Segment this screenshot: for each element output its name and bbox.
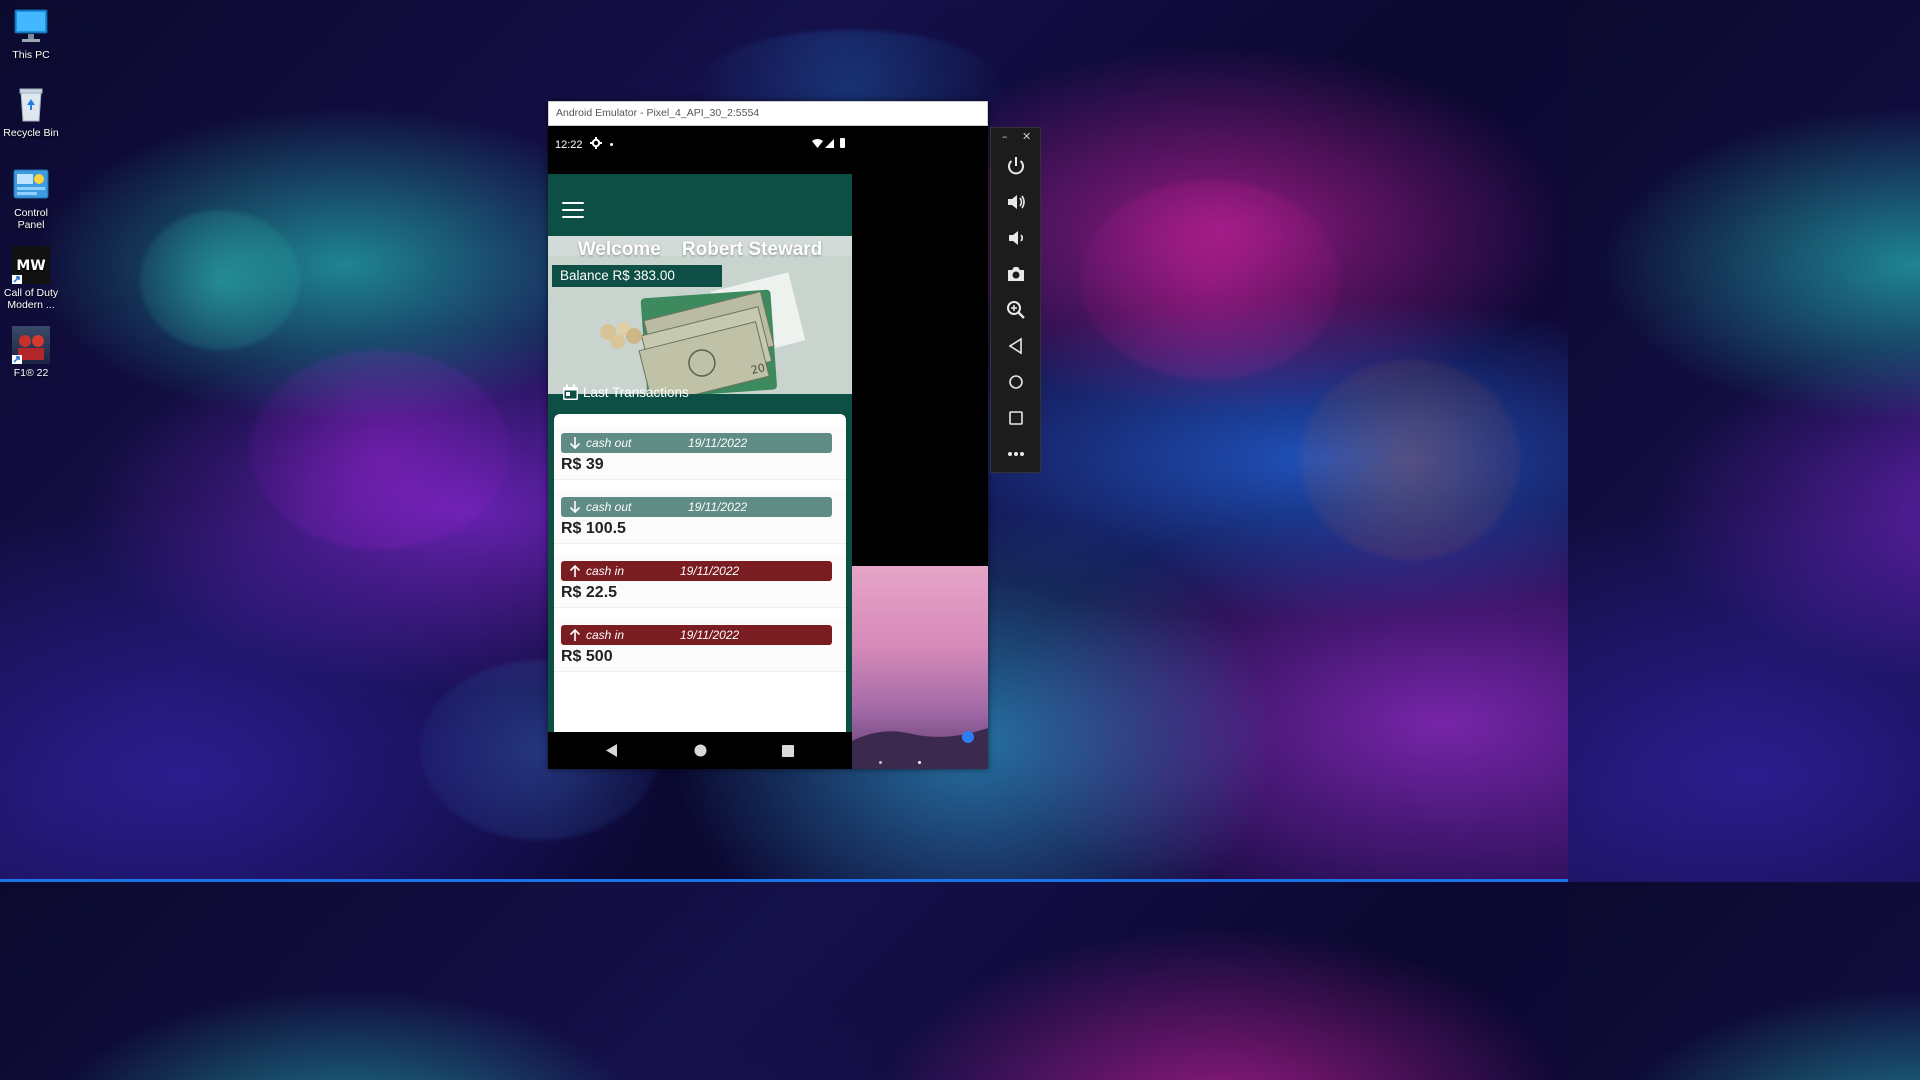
transaction-amount: R$ 22.5: [561, 584, 618, 601]
android-nav-bar: [548, 732, 852, 769]
arrow-down-icon: [569, 437, 581, 450]
app-bubble-icon[interactable]: [962, 731, 974, 743]
volume-down-icon[interactable]: [1004, 226, 1028, 250]
desktop-icon-label: This PC: [12, 49, 50, 61]
last-transactions-title: Last Transactions: [583, 385, 689, 400]
desktop-icon-control-panel[interactable]: Control Panel: [2, 166, 60, 231]
last-transactions-heading: Last Transactions: [562, 384, 689, 401]
nav-home-icon[interactable]: [694, 744, 707, 757]
recycle-bin-icon: [12, 86, 50, 124]
welcome-text: Welcome Robert Steward: [577, 239, 823, 260]
page-indicator-left: [879, 761, 882, 764]
notification-dot-icon: [610, 143, 613, 146]
transaction-type: cash in: [586, 628, 625, 642]
transaction-item[interactable]: cash out 19/11/2022 R$ 39: [554, 427, 846, 480]
desktop-icon-label: Call of Duty Modern ...: [3, 287, 59, 311]
overview-icon[interactable]: [1004, 406, 1028, 430]
signal-icon: [825, 139, 834, 151]
zoom-icon[interactable]: [1004, 298, 1028, 322]
nav-overview-icon[interactable]: [782, 745, 794, 757]
transaction-item[interactable]: cash in 19/11/2022 R$ 500: [554, 619, 846, 672]
transactions-area: cash out 19/11/2022 R$ 39 cash out 19/11…: [548, 394, 852, 734]
emulator-titlebar[interactable]: Android Emulator - Pixel_4_API_30_2:5554: [548, 101, 988, 126]
control-panel-icon: [12, 166, 50, 204]
call-of-duty-icon: MW: [12, 246, 50, 284]
monitor-icon: [12, 8, 50, 46]
desktop-icon-call-of-duty[interactable]: MW Call of Duty Modern ...: [2, 246, 60, 311]
emulator-window: Android Emulator - Pixel_4_API_30_2:5554…: [548, 101, 988, 769]
balance-label: Balance R$ 383.00: [552, 265, 722, 287]
calendar-icon: [563, 384, 578, 400]
more-icon[interactable]: [1004, 442, 1028, 466]
desktop-icon-f1-22[interactable]: F1® 22: [2, 326, 60, 379]
power-icon[interactable]: [1004, 154, 1028, 178]
arrow-down-icon: [569, 501, 581, 514]
emulator-toolbar: – ✕: [990, 127, 1041, 473]
status-time: 12:22: [555, 139, 583, 151]
transaction-date: 19/11/2022: [680, 628, 740, 642]
transaction-header: cash in 19/11/2022: [561, 561, 832, 581]
arrow-up-icon: [569, 564, 581, 577]
transaction-header: cash out 19/11/2022: [561, 497, 832, 517]
app-bar: [548, 174, 852, 236]
nav-back-icon[interactable]: [606, 744, 618, 757]
transaction-header: cash out 19/11/2022: [561, 433, 832, 453]
back-icon[interactable]: [1004, 334, 1028, 358]
transaction-header: cash in 19/11/2022: [561, 625, 832, 645]
transaction-type: cash out: [586, 436, 632, 450]
volume-up-icon[interactable]: [1004, 190, 1028, 214]
desktop-icon-label: Recycle Bin: [3, 127, 59, 139]
transaction-type: cash in: [586, 564, 625, 578]
transaction-amount: R$ 39: [561, 456, 604, 473]
page-indicator-dot: [918, 761, 921, 764]
close-button[interactable]: ✕: [1022, 130, 1031, 143]
menu-icon[interactable]: [562, 202, 584, 218]
transaction-item[interactable]: cash out 19/11/2022 R$ 100.5: [554, 491, 846, 544]
transaction-item[interactable]: cash in 19/11/2022 R$ 22.5: [554, 555, 846, 608]
settings-icon: [590, 137, 602, 152]
desktop-icon-label: Control Panel: [14, 207, 48, 231]
transaction-date: 19/11/2022: [688, 436, 748, 450]
taskbar-edge: [0, 879, 1568, 882]
emulator-side-area: [852, 126, 988, 769]
camera-icon[interactable]: [1004, 262, 1028, 286]
minimize-button[interactable]: –: [1002, 130, 1008, 143]
battery-icon: [840, 138, 845, 148]
transaction-date: 19/11/2022: [688, 500, 748, 514]
header-banner: 20 Welcome Robert Steward Balance R$ 383…: [548, 236, 852, 394]
desktop-icon-this-pc[interactable]: This PC: [2, 8, 60, 61]
status-bar: 12:22: [548, 126, 852, 174]
f1-game-icon: [12, 326, 50, 364]
transactions-card: cash out 19/11/2022 R$ 39 cash out 19/11…: [554, 414, 846, 734]
phone-screen: 12:22 20 Welcome Robert Steward Balance …: [548, 126, 852, 769]
home-wallpaper: [852, 566, 988, 769]
transaction-amount: R$ 500: [561, 648, 613, 665]
transaction-type: cash out: [586, 500, 632, 514]
wifi-icon: [812, 139, 823, 151]
home-icon[interactable]: [1004, 370, 1028, 394]
desktop-icon-recycle-bin[interactable]: Recycle Bin: [2, 86, 60, 139]
transaction-amount: R$ 100.5: [561, 520, 626, 537]
transaction-date: 19/11/2022: [680, 564, 740, 578]
svg-text:MW: MW: [16, 258, 45, 274]
arrow-up-icon: [569, 628, 581, 641]
desktop-icon-label: F1® 22: [13, 367, 49, 379]
